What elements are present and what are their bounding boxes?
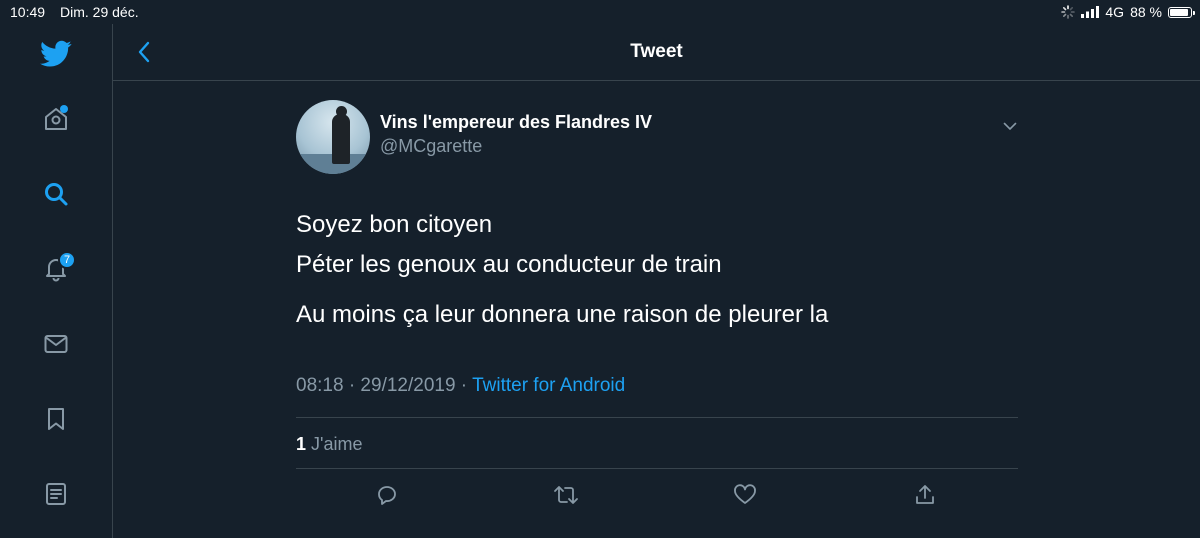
author-display-name[interactable]: Vins l'empereur des Flandres IV [380,112,652,133]
battery-icon [1168,6,1195,18]
likes-count[interactable]: 1 J'aime [296,434,362,455]
notifications-icon[interactable]: 7 [36,249,77,289]
battery-percent: 88 % [1130,4,1162,20]
network-label: 4G [1105,4,1125,20]
loading-spinner-icon [1061,5,1076,19]
status-right: 4G 88 % [1061,4,1195,20]
tweet-source-link[interactable]: Twitter for Android [472,375,625,396]
tweet-meta: 08:18 · 29/12/2019 · Twitter for Android [296,375,625,397]
reply-button[interactable] [374,482,400,508]
search-icon[interactable] [36,174,76,214]
status-bar: 10:49 Dim. 29 déc. 4G 88 % [0,0,1200,24]
lists-icon[interactable] [36,474,76,514]
like-button[interactable] [732,482,758,508]
status-time: 10:49 [10,4,46,20]
reply-icon [378,486,396,505]
tweet-menu-button[interactable] [1000,116,1020,136]
share-icon [916,485,934,504]
divider [296,468,1018,469]
twitter-logo-icon[interactable] [36,34,76,74]
chevron-down-icon [1003,122,1017,130]
bookmarks-icon[interactable] [36,399,76,439]
retweet-button[interactable] [553,482,579,508]
sidebar: 7 [0,24,113,538]
tweet-line: Au moins ça leur donnera une raison de p… [296,301,829,328]
share-button[interactable] [912,482,938,508]
tweet-line: Péter les genoux au conducteur de train [296,251,722,278]
retweet-icon [554,486,578,504]
messages-icon[interactable] [36,324,76,364]
home-icon[interactable] [36,99,76,139]
divider [296,417,1018,418]
new-content-dot [60,105,68,113]
page-header: Tweet [113,24,1200,81]
page-title: Tweet [630,41,683,62]
status-date: Dim. 29 déc. [60,4,139,20]
tweet-timestamp: 08:18 · 29/12/2019 · [296,375,473,396]
author-handle[interactable]: @MCgarette [380,136,482,157]
signal-bars-icon [1081,6,1100,18]
tweet-line: Soyez bon citoyen [296,211,493,238]
avatar[interactable] [296,100,370,174]
likes-number: 1 [296,434,307,454]
tweet-text: Soyez bon citoyen Péter les genoux au co… [296,205,828,335]
heart-icon [734,484,756,504]
likes-label: J'aime [306,434,363,454]
notifications-badge: 7 [58,251,77,269]
